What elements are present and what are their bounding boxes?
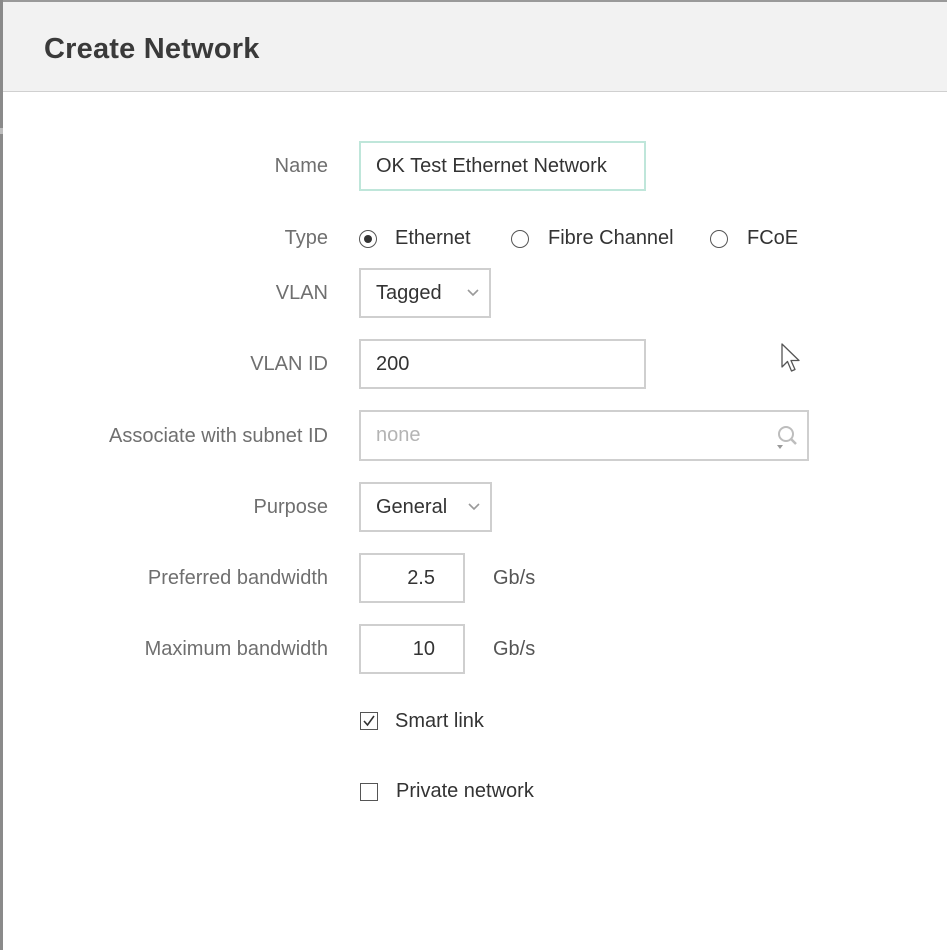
- name-label: Name: [274, 155, 328, 177]
- maximum-bandwidth-input[interactable]: [359, 624, 465, 674]
- mouse-cursor-icon: [781, 343, 800, 372]
- preferred-bandwidth-unit: Gb/s: [493, 567, 536, 589]
- purpose-select-value: General: [376, 496, 448, 518]
- preferred-bandwidth-input[interactable]: [359, 553, 465, 603]
- type-radio-ethernet[interactable]: [359, 230, 377, 248]
- purpose-label: Purpose: [253, 496, 329, 518]
- vlan-select-value: Tagged: [376, 282, 442, 304]
- chevron-down-icon: [468, 503, 480, 511]
- name-input[interactable]: [359, 141, 646, 191]
- radio-selected-dot: [363, 234, 372, 243]
- subnet-label: Associate with subnet ID: [109, 425, 328, 447]
- chevron-down-icon: [467, 289, 479, 297]
- vlan-id-label: VLAN ID: [250, 353, 328, 375]
- type-label: Type: [284, 227, 328, 249]
- vlan-select[interactable]: Tagged: [359, 268, 491, 318]
- search-icon[interactable]: [774, 424, 798, 452]
- smart-link-label[interactable]: Smart link: [395, 710, 484, 733]
- header-top-line: [3, 0, 947, 2]
- private-network-label[interactable]: Private network: [396, 780, 534, 803]
- border-tick: [0, 128, 3, 134]
- dialog-title: Create Network: [44, 33, 260, 65]
- vlan-id-input[interactable]: [359, 339, 646, 389]
- smart-link-checkbox[interactable]: [360, 712, 378, 730]
- subnet-search-input[interactable]: [359, 410, 809, 461]
- type-radio-fibre-channel[interactable]: [511, 230, 529, 248]
- type-option-fibre-channel-label[interactable]: Fibre Channel: [548, 227, 674, 250]
- maximum-bandwidth-unit: Gb/s: [493, 638, 536, 660]
- checkmark-icon: [363, 715, 375, 727]
- vlan-label: VLAN: [275, 282, 328, 304]
- type-radio-fcoe[interactable]: [710, 230, 728, 248]
- type-option-ethernet-label[interactable]: Ethernet: [395, 227, 471, 250]
- private-network-checkbox[interactable]: [360, 783, 378, 801]
- type-option-fcoe-label[interactable]: FCoE: [747, 227, 798, 250]
- dialog-header: Create Network: [3, 0, 947, 92]
- preferred-bandwidth-label: Preferred bandwidth: [147, 567, 328, 589]
- purpose-select[interactable]: General: [359, 482, 492, 532]
- window-left-border: [0, 0, 3, 950]
- maximum-bandwidth-label: Maximum bandwidth: [144, 638, 328, 660]
